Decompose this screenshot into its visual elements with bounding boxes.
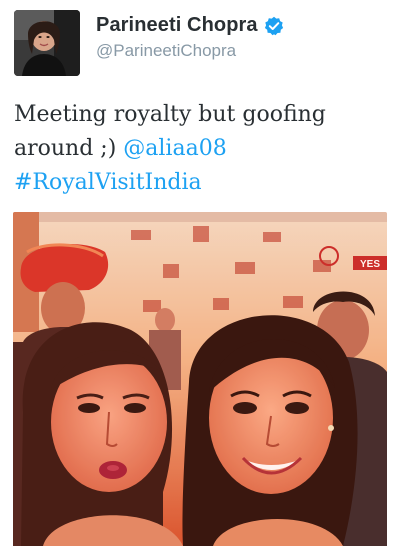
- tweet-text-segment: around ;): [14, 136, 124, 161]
- display-name-row: Parineeti Chopra: [96, 14, 284, 37]
- hashtag-link[interactable]: #RoyalVisitIndia: [14, 170, 202, 195]
- tweet-text-line-3: #RoyalVisitIndia: [14, 166, 386, 200]
- verified-badge-icon: [264, 16, 284, 36]
- tweet-photo[interactable]: YES: [13, 212, 387, 546]
- user-names: Parineeti Chopra @ParineetiChopra: [96, 14, 284, 61]
- tweet-text-line-2: around ;) @aliaa08: [14, 132, 386, 166]
- avatar-image: [14, 10, 80, 76]
- tweet-text-line-1: Meeting royalty but goofing: [14, 102, 326, 127]
- mention-link[interactable]: @aliaa08: [123, 136, 226, 161]
- tweet-photo-image: YES: [13, 212, 387, 546]
- avatar[interactable]: [14, 10, 80, 76]
- tweet-text: Meeting royalty but goofing around ;) @a…: [14, 98, 386, 200]
- display-name[interactable]: Parineeti Chopra: [96, 14, 258, 37]
- tweet-header: Parineeti Chopra @ParineetiChopra: [14, 10, 386, 76]
- user-handle[interactable]: @ParineetiChopra: [96, 41, 284, 61]
- tweet-card: Parineeti Chopra @ParineetiChopra Meetin…: [0, 0, 400, 546]
